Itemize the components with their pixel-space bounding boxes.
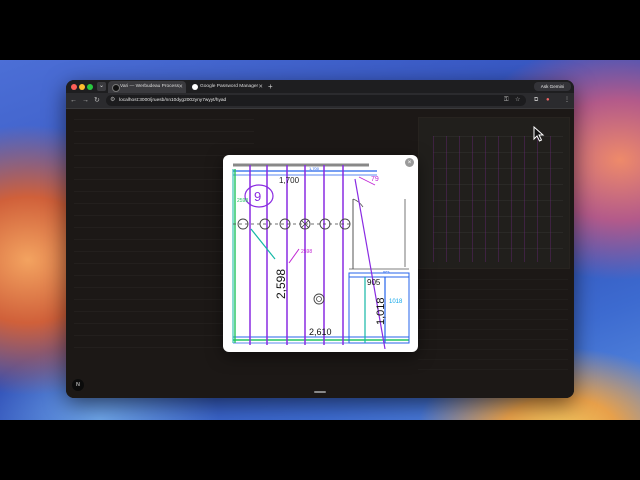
browser-toolbar: ← → ↻ ⚙ localhost:3000/jruesb/nn10dyg200… [66,93,574,109]
floor-drain-inner [316,296,322,302]
tab-password-manager[interactable]: Google Password Manager ✕ [188,81,266,93]
page-content: N × 1,700 1,700 79 9 2598 2598 2,598 905… [66,109,574,398]
tab-close-icon[interactable]: ✕ [258,81,263,93]
bookmark-star-icon[interactable]: ☆ [515,96,520,105]
password-key-icon[interactable]: ⚿ [504,96,509,105]
leader-2598 [288,248,300,264]
floor-plan-drawing: 1,700 1,700 79 9 2598 2598 2,598 905 1,0… [232,163,410,349]
bottom-letterbox [0,420,640,480]
address-bar[interactable]: ⚙ localhost:3000/jruesb/nn10dyg2002yny7w… [106,95,526,106]
dim-vertical-main: 2,598 [274,269,288,299]
dim-top: 1,700 [279,176,300,185]
tab-search-button[interactable]: ⌄ [97,82,106,91]
room-number: 9 [254,189,261,204]
google-favicon [192,84,198,90]
image-preview-modal: × 1,700 1,700 79 9 2598 2598 2,598 905 1… [223,155,418,352]
window-resize-handle[interactable] [314,391,326,393]
dim-bottom: 2,610 [309,327,332,337]
small-right-label: nes [383,269,389,274]
tab-title: Vari — Werbudeau Process [120,84,180,89]
dim-1018-vertical: 1,018 [375,297,387,325]
new-tab-button[interactable]: + [268,81,273,93]
profile-avatar-icon[interactable]: ● [546,96,550,105]
menu-kebab-icon[interactable]: ⋮ [564,96,570,105]
browser-window: ⌄ Vari — Werbudeau Process ✕ Google Pass… [66,80,574,398]
close-window-button[interactable] [71,84,77,90]
teal-leader [250,228,276,260]
url-text[interactable]: localhost:3000/jruesb/nn10dyg2002yny7wyy… [119,95,226,106]
reload-icon[interactable]: ↻ [94,96,100,105]
top-letterbox [0,0,640,60]
floor-drain-outer [313,293,325,305]
site-info-icon[interactable]: ⚙ [110,97,117,104]
forward-arrow-icon[interactable]: → [82,96,89,105]
tab-title: Google Password Manager [200,84,259,89]
ask-gemini-button[interactable]: Ask Gemini [534,82,571,91]
zoom-window-button[interactable] [87,84,93,90]
extensions-icon[interactable]: ⧉ [534,96,538,105]
title-bar: ⌄ Vari — Werbudeau Process ✕ Google Pass… [66,80,574,93]
dim-topright: 79 [371,176,379,183]
minimize-window-button[interactable] [79,84,85,90]
back-arrow-icon[interactable]: ← [70,96,77,105]
mouse-pointer-icon [533,126,545,142]
dim-small-top: 1,700 [309,166,320,171]
tab-vari[interactable]: Vari — Werbudeau Process ✕ [108,81,186,93]
vari-favicon [112,84,120,92]
door-arc [352,198,364,208]
dim-905: 905 [367,278,381,287]
dim-left-green: 2598 [237,198,248,204]
dim-1018-blue: 1018 [389,299,403,305]
tab-close-icon[interactable]: ✕ [178,81,183,93]
dim-leader: 2598 [301,249,312,255]
